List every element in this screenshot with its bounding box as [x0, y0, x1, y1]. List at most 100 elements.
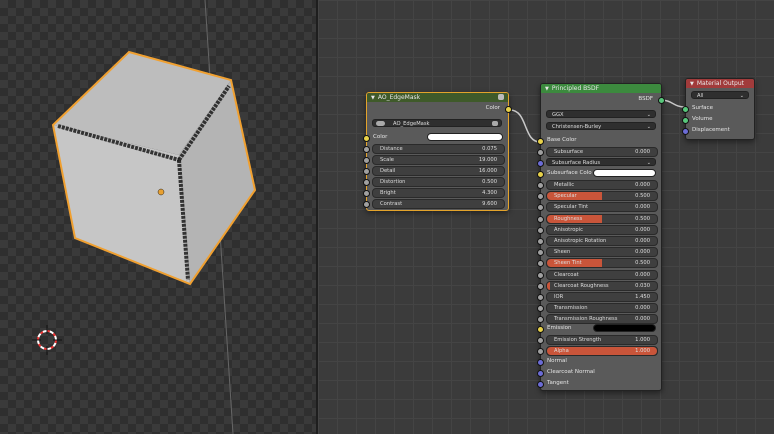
- input-socket-clearcoat[interactable]: [537, 271, 544, 279]
- input-socket-contrast[interactable]: [363, 201, 370, 208]
- distance-field[interactable]: Distance 0.075: [372, 144, 505, 154]
- field-label: Distance: [380, 146, 403, 152]
- input-socket-subsurface[interactable]: [537, 149, 544, 156]
- collapse-icon[interactable]: ▼: [690, 80, 694, 89]
- subsurface-method-dropdown[interactable]: Christensen-Burley ⌄: [546, 122, 656, 130]
- input-socket-emission[interactable]: [537, 326, 544, 333]
- target-dropdown[interactable]: All ⌄: [691, 91, 749, 99]
- output-socket-color[interactable]: [505, 106, 512, 113]
- bright-field[interactable]: Bright 4.300: [372, 188, 505, 198]
- subsurface-radius-dropdown[interactable]: Subsurface Radius ⌄: [546, 158, 656, 166]
- input-socket-anisotropic-rotation[interactable]: [537, 238, 544, 245]
- input-socket-displacement[interactable]: [682, 128, 689, 135]
- field-value: 1.450: [635, 294, 650, 300]
- subsurface-color-swatch[interactable]: [593, 169, 656, 177]
- cube-object[interactable]: [51, 50, 257, 286]
- input-socket-base-color[interactable]: [537, 138, 544, 145]
- subsurface-field[interactable]: Subsurface 0.000: [546, 147, 658, 157]
- distribution-dropdown[interactable]: GGX ⌄: [546, 110, 656, 118]
- input-socket-sheen[interactable]: [537, 249, 544, 257]
- roughness-field[interactable]: Roughness 0.500: [546, 213, 658, 224]
- collapse-icon[interactable]: ▼: [371, 94, 375, 103]
- clearcoat-roughness-field[interactable]: Clearcoat Roughness 0.030: [546, 280, 658, 291]
- 3d-cursor-icon[interactable]: [32, 325, 62, 355]
- clearcoat-field[interactable]: Clearcoat 0.000: [546, 269, 658, 280]
- material-output-node[interactable]: ▼ Material Output All ⌄ Surface Volume Dis…: [682, 78, 755, 140]
- metallic-field[interactable]: Metallic 0.000: [546, 180, 658, 190]
- anisotropic-field[interactable]: Anisotropic 0.000: [546, 224, 658, 235]
- color-input-label: Color: [373, 134, 388, 140]
- input-socket-distance[interactable]: [363, 146, 370, 153]
- collapse-icon[interactable]: ▼: [545, 85, 549, 94]
- chevron-down-icon: ⌄: [646, 112, 651, 118]
- input-socket-bright[interactable]: [363, 190, 370, 197]
- node-header[interactable]: ▼ AO_EdgeMask: [367, 93, 508, 102]
- distortion-field[interactable]: Distortion 0.500: [372, 177, 505, 187]
- node-header[interactable]: ▼ Principled BSDF: [541, 84, 661, 93]
- node-group-icon[interactable]: [498, 94, 504, 100]
- node-header[interactable]: ▼ Material Output: [686, 79, 754, 88]
- field-value: 9.600: [482, 201, 497, 207]
- scale-field[interactable]: Scale 19.000: [372, 155, 505, 165]
- field-label: Anisotropic Rotation: [554, 238, 607, 244]
- field-label: Contrast: [380, 201, 403, 207]
- field-value: 0.500: [635, 193, 650, 200]
- contrast-field[interactable]: Contrast 9.600: [372, 199, 505, 209]
- input-socket-color[interactable]: [363, 135, 370, 142]
- group-name: AO_EdgeMask: [393, 121, 430, 127]
- input-socket-transmission[interactable]: [537, 305, 544, 313]
- color-input-swatch[interactable]: [427, 133, 503, 141]
- anisotropic-rotation-field[interactable]: Anisotropic Rotation 0.000: [546, 236, 658, 246]
- fake-user-icon[interactable]: [492, 121, 498, 126]
- input-socket-scale[interactable]: [363, 157, 370, 164]
- ao-edgemask-node[interactable]: ▼ AO_EdgeMask Color AO_EdgeMask Color Dist…: [363, 92, 512, 211]
- normal-label: Normal: [547, 358, 567, 364]
- input-socket-alpha[interactable]: [537, 348, 544, 355]
- group-selector[interactable]: AO_EdgeMask: [372, 119, 502, 127]
- input-socket-clearcoat-normal[interactable]: [537, 370, 544, 377]
- sheen-field[interactable]: Sheen 0.000: [546, 247, 658, 258]
- input-socket-ior[interactable]: [537, 294, 544, 301]
- field-value: 0.000: [635, 149, 650, 155]
- node-editor[interactable]: ▼ AO_EdgeMask Color AO_EdgeMask Color Dist…: [318, 0, 774, 434]
- node-group-icon: [376, 121, 385, 126]
- input-socket-sheen-tint[interactable]: [537, 260, 544, 268]
- principled-bsdf-node[interactable]: ▼ Principled BSDF BSDF GGX ⌄ Christensen-B…: [537, 83, 665, 391]
- emission-label: Emission: [547, 325, 572, 331]
- output-socket-bsdf[interactable]: [658, 97, 665, 104]
- input-socket-clearcoat-roughness[interactable]: [537, 282, 544, 290]
- output-label: Color: [485, 105, 500, 111]
- field-value: 0.000: [635, 182, 650, 188]
- field-value: 0.075: [482, 146, 497, 152]
- specular-tint-field[interactable]: Specular Tint 0.000: [546, 202, 658, 213]
- input-socket-normal[interactable]: [537, 359, 544, 366]
- emission-strength-field[interactable]: Emission Strength 1.000: [546, 335, 658, 345]
- input-socket-subsurface-radius[interactable]: [537, 160, 544, 167]
- sheen-tint-field[interactable]: Sheen Tint 0.500: [546, 258, 658, 269]
- specular-field[interactable]: Specular 0.500: [546, 191, 658, 202]
- input-socket-volume[interactable]: [682, 117, 689, 124]
- input-socket-specular-tint[interactable]: [537, 204, 544, 212]
- surface-label: Surface: [692, 105, 713, 111]
- input-socket-subsurface-color[interactable]: [537, 171, 544, 178]
- input-socket-transmission-roughness[interactable]: [537, 316, 544, 324]
- input-socket-metallic[interactable]: [537, 182, 544, 189]
- input-socket-roughness[interactable]: [537, 215, 544, 223]
- detail-field[interactable]: Detail 16.000: [372, 166, 505, 176]
- ior-field[interactable]: IOR 1.450: [546, 292, 658, 302]
- input-socket-tangent[interactable]: [537, 381, 544, 388]
- field-label: Anisotropic: [554, 226, 583, 233]
- input-socket-surface[interactable]: [682, 106, 689, 113]
- dropdown-value: Christensen-Burley: [552, 124, 602, 130]
- slider-fill: [547, 281, 551, 290]
- transmission-roughness-field[interactable]: Transmission Roughness 0.000: [546, 314, 658, 325]
- input-socket-distortion[interactable]: [363, 179, 370, 186]
- transmission-field[interactable]: Transmission 0.000: [546, 303, 658, 314]
- input-socket-emission-strength[interactable]: [537, 337, 544, 344]
- alpha-field[interactable]: Alpha 1.000: [546, 346, 658, 356]
- input-socket-anisotropic[interactable]: [537, 226, 544, 234]
- 3d-viewport[interactable]: [0, 0, 316, 434]
- input-socket-detail[interactable]: [363, 168, 370, 175]
- emission-color-swatch[interactable]: [593, 324, 656, 332]
- input-socket-specular[interactable]: [537, 193, 544, 201]
